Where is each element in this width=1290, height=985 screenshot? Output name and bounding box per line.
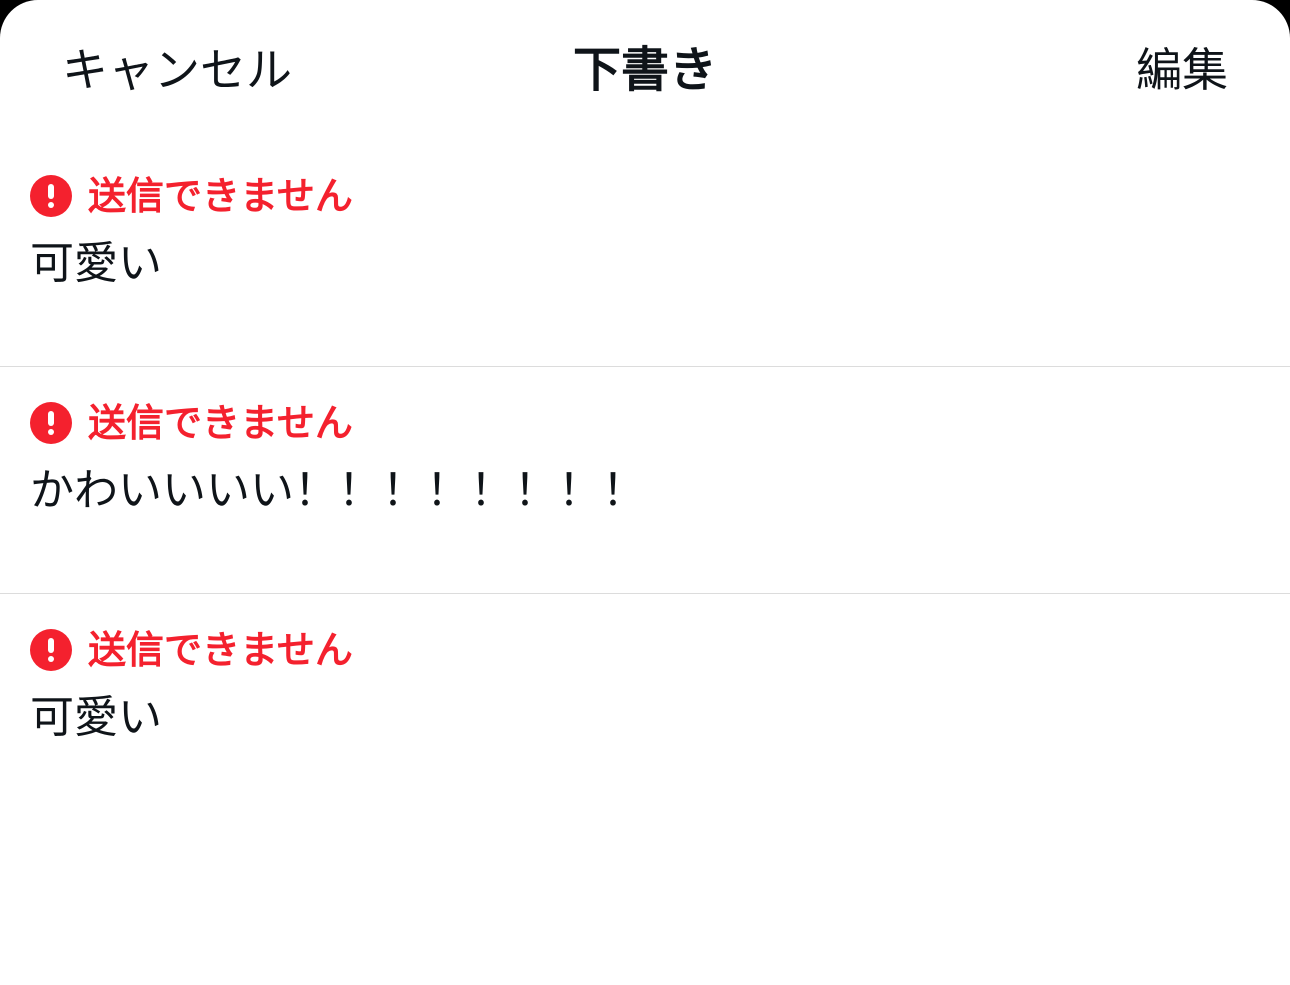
draft-item[interactable]: 送信できません かわいいいい！！！！！！！！	[0, 367, 1290, 594]
sheet-header: キャンセル 下書き 編集	[0, 0, 1290, 140]
drafts-sheet: キャンセル 下書き 編集 送信できません 可愛い 送信できません かわいいいい！…	[0, 0, 1290, 985]
cancel-button[interactable]: キャンセル	[62, 40, 292, 100]
error-status-label: 送信できません	[88, 401, 353, 445]
draft-error-status: 送信できません	[30, 174, 353, 218]
error-exclamation-icon	[30, 175, 72, 217]
draft-text: 可愛い	[30, 238, 162, 289]
error-exclamation-icon	[30, 629, 72, 671]
draft-text: 可愛い	[30, 692, 162, 743]
edit-button[interactable]: 編集	[1136, 40, 1228, 100]
draft-error-status: 送信できません	[30, 628, 353, 672]
draft-text: かわいいいい！！！！！！！！	[30, 465, 646, 516]
draft-item[interactable]: 送信できません 可愛い	[0, 140, 1290, 367]
draft-item[interactable]: 送信できません 可愛い	[0, 594, 1290, 820]
error-status-label: 送信できません	[88, 174, 353, 218]
draft-error-status: 送信できません	[30, 401, 353, 445]
error-exclamation-icon	[30, 402, 72, 444]
error-status-label: 送信できません	[88, 628, 353, 672]
